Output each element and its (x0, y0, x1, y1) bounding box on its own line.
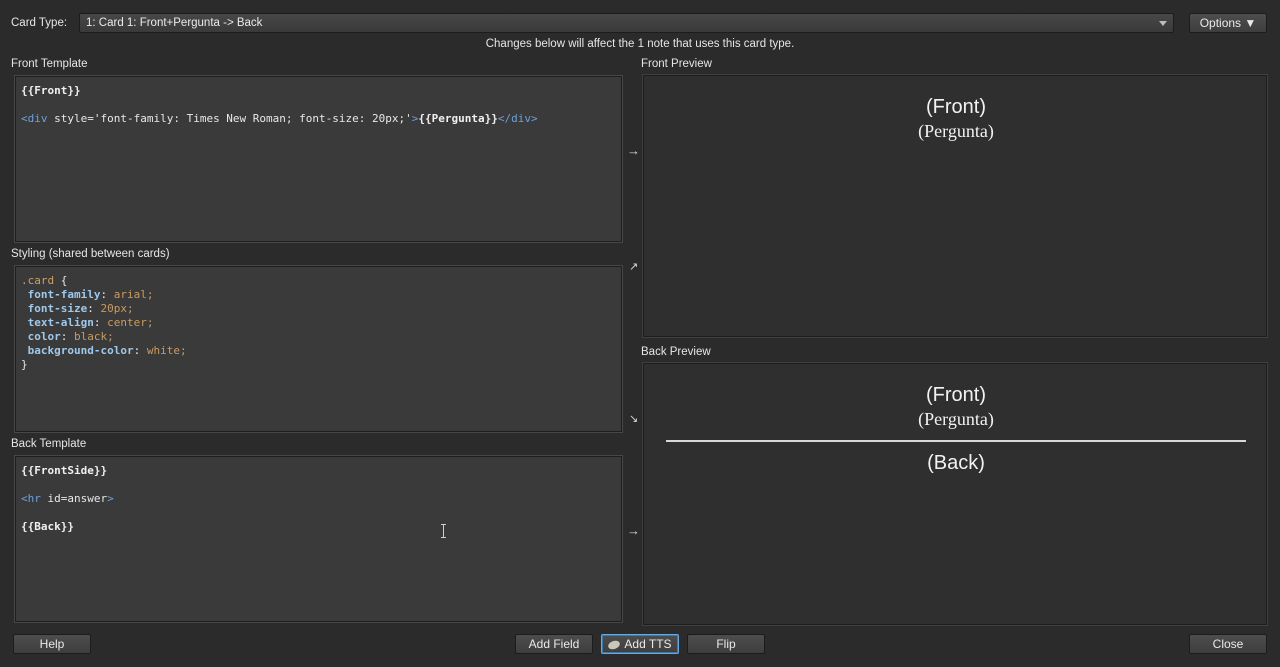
css-brace-close: } (21, 358, 28, 371)
styling-label: Styling (shared between cards) (11, 248, 170, 260)
hr-open-tag: <hr (21, 492, 41, 505)
back-template-label: Back Template (11, 438, 87, 450)
back-preview-front: (Front) (926, 384, 986, 406)
back-preview-pane: (Front) (Pergunta) (Back) (642, 362, 1268, 626)
div-close-tag: </div> (497, 112, 538, 125)
css-prop: background-color (27, 344, 134, 357)
css-value: center; (107, 316, 154, 329)
css-value: arial; (113, 288, 154, 301)
flip-button[interactable]: Flip (687, 634, 765, 654)
front-preview-pane: (Front) (Pergunta) (642, 74, 1268, 338)
front-field-token: {{Front}} (21, 84, 81, 97)
css-prop: text-align (27, 316, 94, 329)
styling-editor[interactable]: .card { font-family: arial; font-size: 2… (14, 265, 623, 433)
back-preview-label: Back Preview (641, 346, 711, 358)
chevron-down-icon (1159, 21, 1167, 26)
css-selector: .card (21, 274, 55, 287)
frontside-field-token: {{FrontSide}} (21, 464, 108, 477)
back-preview-pergunta: (Pergunta) (918, 409, 994, 429)
front-arrow-icon[interactable]: → (627, 143, 640, 158)
help-button[interactable]: Help (13, 634, 91, 654)
css-brace-open: { (54, 274, 68, 287)
styling-up-arrow-icon[interactable]: ↗ (629, 260, 638, 273)
add-tts-label: Add TTS (624, 637, 672, 651)
speaker-icon (607, 639, 622, 651)
notice-text: Changes below will affect the 1 note tha… (485, 38, 795, 50)
css-prop: color (27, 330, 61, 343)
text-cursor-icon (443, 524, 444, 538)
css-value: 20px; (100, 302, 134, 315)
div-open-tag: <div (21, 112, 48, 125)
css-value: white; (146, 344, 187, 357)
back-arrow-icon[interactable]: → (627, 523, 640, 538)
styling-down-arrow-icon[interactable]: ↘ (629, 412, 638, 425)
div-style-attr: style='font-family: Times New Roman; fon… (47, 112, 412, 125)
card-type-label: Card Type: (11, 17, 68, 29)
card-type-value: 1: Card 1: Front+Pergunta -> Back (86, 17, 263, 29)
front-preview-pergunta: (Pergunta) (918, 121, 994, 141)
front-template-label: Front Template (11, 58, 88, 70)
back-field-token: {{Back}} (21, 520, 74, 533)
close-button[interactable]: Close (1189, 634, 1267, 654)
hr-tag-end: > (107, 492, 114, 505)
hr-id-attr: id=answer (40, 492, 108, 505)
card-type-select[interactable]: 1: Card 1: Front+Pergunta -> Back (79, 13, 1174, 33)
css-prop: font-family (27, 288, 101, 301)
front-template-editor[interactable]: {{Front}} <div style='font-family: Times… (14, 75, 623, 243)
back-preview-back: (Back) (927, 452, 985, 474)
pergunta-field-token: {{Pergunta}} (418, 112, 498, 125)
back-template-editor[interactable]: {{FrontSide}} <hr id=answer> {{Back}} (14, 455, 623, 623)
text-cursor-icon-top (441, 524, 446, 525)
front-preview-front: (Front) (926, 96, 986, 118)
text-cursor-icon-bottom (441, 537, 446, 538)
answer-divider (666, 440, 1246, 442)
css-prop: font-size (27, 302, 88, 315)
css-value: black; (74, 330, 114, 343)
front-preview-label: Front Preview (641, 58, 712, 70)
add-field-button[interactable]: Add Field (515, 634, 593, 654)
options-button[interactable]: Options ▼ (1189, 13, 1267, 33)
add-tts-button[interactable]: Add TTS (601, 634, 679, 654)
